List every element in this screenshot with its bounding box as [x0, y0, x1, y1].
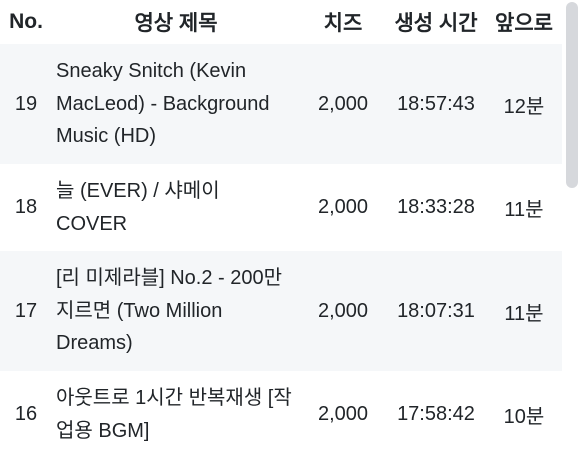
- cheese-amount: 2,000: [300, 44, 386, 164]
- queue-table: No. 영상 제목 치즈 생성 시간 앞으로 19 Sneaky Snitch …: [0, 0, 562, 458]
- cheese-amount: 2,000: [317, 196, 369, 218]
- col-header-title[interactable]: 영상 제목: [52, 0, 300, 44]
- col-header-created-time[interactable]: 생성 시간: [386, 0, 486, 44]
- row-number: 18: [14, 196, 38, 218]
- created-time: 18:07:31: [386, 251, 486, 371]
- time-remaining: 11분: [504, 199, 544, 221]
- created-time: 18:57:43: [386, 44, 486, 164]
- table-row[interactable]: 16 아웃트로 1시간 반복재생 [작업용 BGM] 2,000 17:58:4…: [0, 371, 562, 458]
- col-header-cheese[interactable]: 치즈: [300, 0, 386, 44]
- row-number: 17: [0, 251, 52, 371]
- cheese-amount: 2,000: [300, 251, 386, 371]
- created-time: 18:33:28: [397, 196, 475, 218]
- header-row: No. 영상 제목 치즈 생성 시간 앞으로: [0, 0, 562, 44]
- table-row[interactable]: 17 [리 미제라블] No.2 - 200만 지르면 (Two Million…: [0, 251, 562, 371]
- table-row[interactable]: 18 늘 (EVER) / 샤메이 COVER 2,000 18:33:28 1…: [0, 164, 562, 251]
- table-header: No. 영상 제목 치즈 생성 시간 앞으로: [0, 0, 562, 44]
- video-title: [리 미제라블] No.2 - 200만 지르면 (Two Million Dr…: [52, 251, 300, 371]
- donation-queue-table: No. 영상 제목 치즈 생성 시간 앞으로 19 Sneaky Snitch …: [0, 0, 562, 458]
- video-title: 늘 (EVER) / 샤메이 COVER: [56, 180, 220, 235]
- row-number: 16: [14, 403, 38, 425]
- vertical-scrollbar[interactable]: [564, 0, 580, 452]
- table-body: 19 Sneaky Snitch (Kevin MacLeod) - Backg…: [0, 44, 562, 458]
- scrollbar-thumb[interactable]: [566, 2, 578, 188]
- cheese-amount: 2,000: [317, 403, 369, 425]
- row-number: 19: [0, 44, 52, 164]
- time-remaining: 12분: [486, 44, 562, 164]
- time-remaining: 11분: [486, 251, 562, 371]
- video-title: Sneaky Snitch (Kevin MacLeod) - Backgrou…: [52, 44, 300, 164]
- table-row[interactable]: 19 Sneaky Snitch (Kevin MacLeod) - Backg…: [0, 44, 562, 164]
- col-header-remaining[interactable]: 앞으로: [486, 0, 562, 44]
- created-time: 17:58:42: [397, 403, 475, 425]
- col-header-no[interactable]: No.: [0, 0, 52, 44]
- video-title: 아웃트로 1시간 반복재생 [작업용 BGM]: [56, 387, 292, 442]
- time-remaining: 10분: [503, 406, 545, 428]
